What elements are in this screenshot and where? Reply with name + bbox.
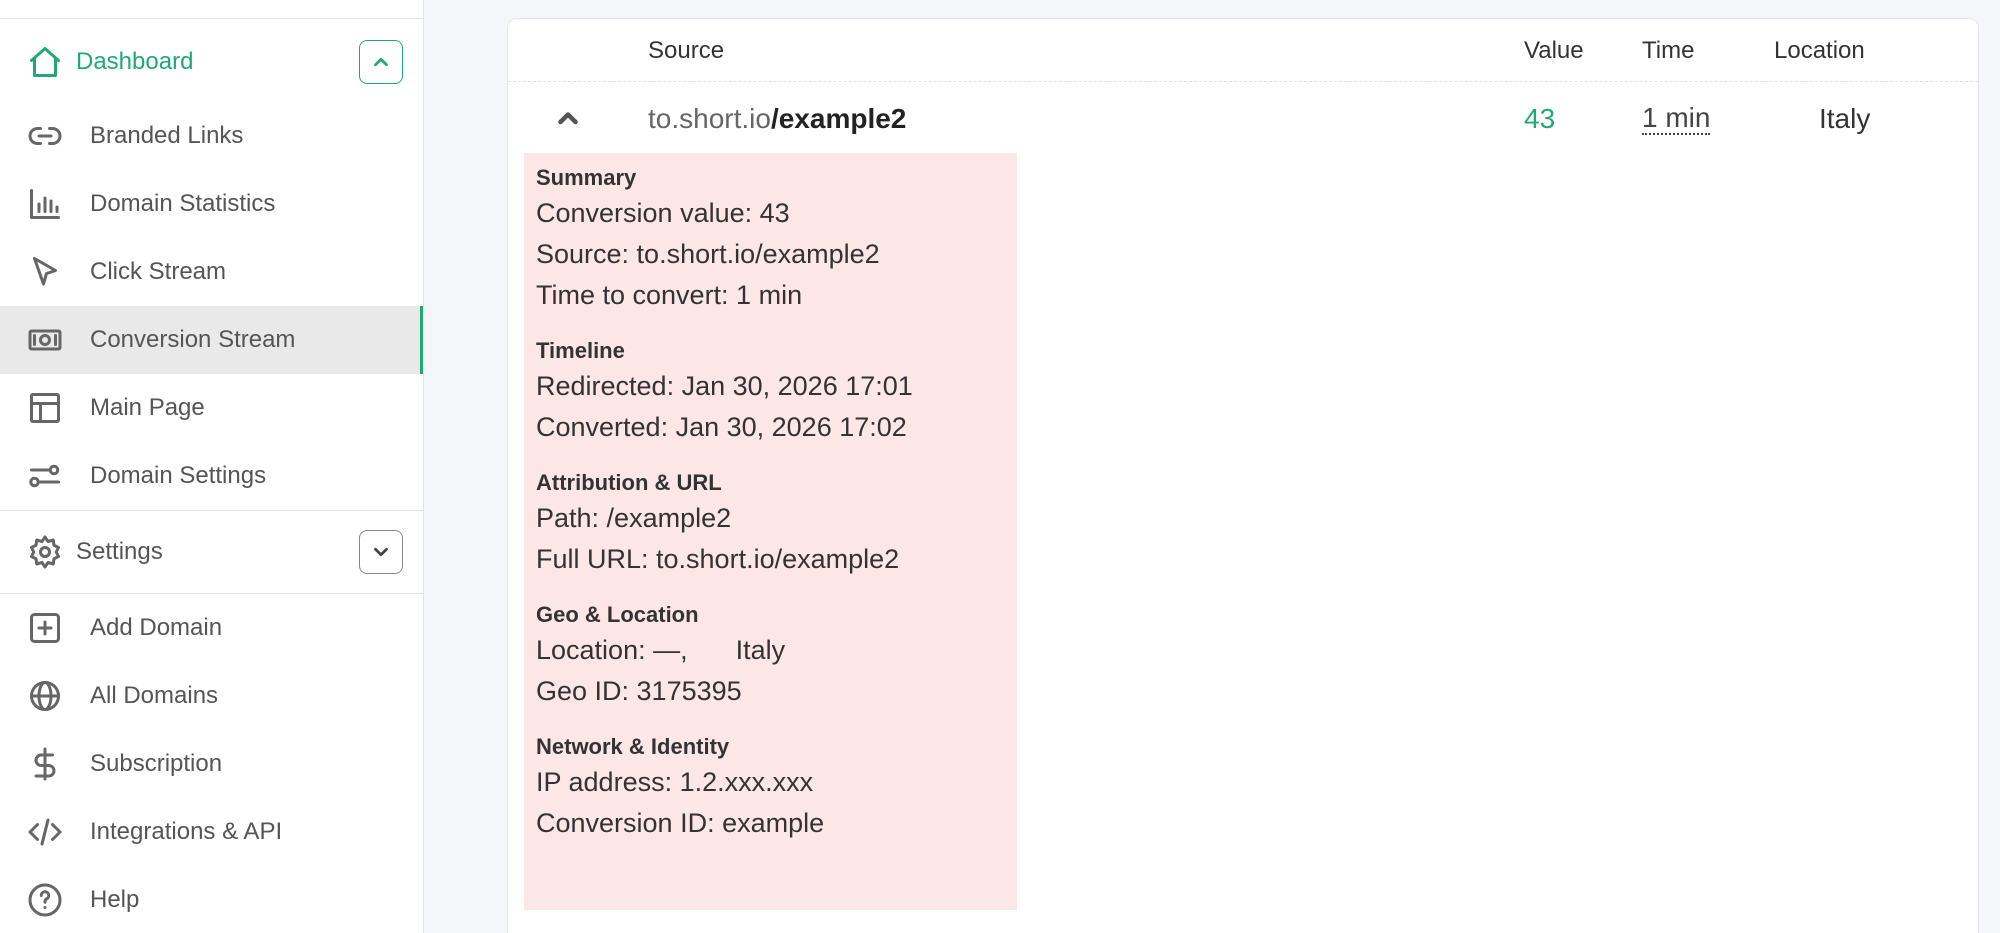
help-circle-icon <box>26 881 64 919</box>
location-prefix: Location: —, <box>536 635 688 665</box>
sidebar-item-domain-settings[interactable]: Domain Settings <box>0 442 423 510</box>
home-icon <box>26 43 64 81</box>
source-text: Source: to.short.io/example2 <box>536 239 880 269</box>
column-header-value[interactable]: Value <box>1524 37 1584 65</box>
sidebar-item-label: Add Domain <box>90 614 223 641</box>
sidebar-item-integrations-api[interactable]: Integrations & API <box>0 798 423 866</box>
sidebar-item-help[interactable]: Help <box>0 866 423 933</box>
row-source-link[interactable]: to.short.io/example2 <box>648 103 906 135</box>
conversion-table: Source Value Time Location to.short.io/e… <box>507 18 1979 933</box>
chevron-up-icon <box>558 112 578 125</box>
ip-address-text: IP address: 1.2.xxx.xxx <box>536 767 814 797</box>
settings-expand-button[interactable] <box>359 530 403 574</box>
sidebar-item-settings[interactable]: Settings <box>0 518 423 586</box>
sidebar-item-main-page[interactable]: Main Page <box>0 374 423 442</box>
plus-square-icon <box>26 609 64 647</box>
sidebar-item-label: Dashboard <box>76 48 194 75</box>
header-divider <box>508 81 1978 82</box>
sidebar-item-click-stream[interactable]: Click Stream <box>0 238 423 306</box>
sidebar-item-label: Domain Settings <box>90 462 267 489</box>
sidebar-item-label: All Domains <box>90 682 219 709</box>
sidebar-item-label: Domain Statistics <box>90 190 276 217</box>
dashboard-collapse-button[interactable] <box>359 40 403 84</box>
globe-icon <box>26 677 64 715</box>
cursor-icon <box>26 253 64 291</box>
redirected-text: Redirected: Jan 30, 2026 17:01 <box>536 371 913 401</box>
active-indicator <box>420 306 423 374</box>
section-title: Geo & Location <box>536 602 699 627</box>
conversion-details-panel: Summary Conversion value: 43 Source: to.… <box>524 153 1017 910</box>
converted-text: Converted: Jan 30, 2026 17:02 <box>536 412 907 442</box>
row-location: Italy <box>1819 103 1871 134</box>
sliders-icon <box>26 457 64 495</box>
chevron-down-icon <box>374 547 388 557</box>
dollar-icon <box>26 745 64 783</box>
gear-icon <box>26 533 64 571</box>
sidebar-item-conversion-stream[interactable]: Conversion Stream <box>0 306 423 374</box>
full-url-text: Full URL: to.short.io/example2 <box>536 544 900 574</box>
sidebar-item-domain-statistics[interactable]: Domain Statistics <box>0 170 423 238</box>
sidebar-item-label: Settings <box>76 538 163 565</box>
source-domain: to.short.io <box>648 103 771 134</box>
source-path: /example2 <box>770 103 907 134</box>
time-to-convert-text: Time to convert: 1 min <box>536 280 803 310</box>
section-title: Attribution & URL <box>536 470 722 495</box>
sidebar-item-label: Help <box>90 886 140 913</box>
geo-id-text: Geo ID: 3175395 <box>536 676 742 706</box>
details-timeline: Timeline Redirected: Jan 30, 2026 17:01 … <box>536 336 1005 448</box>
section-title: Network & Identity <box>536 734 730 759</box>
sidebar-item-label: Click Stream <box>90 258 227 285</box>
details-attribution: Attribution & URL Path: /example2 Full U… <box>536 468 1005 580</box>
bar-chart-icon <box>26 185 64 223</box>
sidebar-top-divider <box>0 18 423 19</box>
code-icon <box>26 813 64 851</box>
column-header-source[interactable]: Source <box>648 37 724 65</box>
sidebar-divider <box>0 510 423 511</box>
sidebar-item-all-domains[interactable]: All Domains <box>0 662 423 730</box>
details-network: Network & Identity IP address: 1.2.xxx.x… <box>536 732 1005 844</box>
sidebar-item-label: Subscription <box>90 750 223 777</box>
section-title: Summary <box>536 165 637 190</box>
column-header-location[interactable]: Location <box>1774 37 1865 65</box>
column-header-time[interactable]: Time <box>1642 37 1694 65</box>
path-text: Path: /example2 <box>536 503 732 533</box>
sidebar-item-add-domain[interactable]: Add Domain <box>0 594 423 662</box>
location-country: Italy <box>735 635 786 665</box>
link-icon <box>26 117 64 155</box>
layout-icon <box>26 389 64 427</box>
row-time: 1 min <box>1642 102 1711 135</box>
details-summary: Summary Conversion value: 43 Source: to.… <box>536 163 1005 316</box>
conversion-value-text: Conversion value: 43 <box>536 198 790 228</box>
section-title: Timeline <box>536 338 625 363</box>
sidebar-item-branded-links[interactable]: Branded Links <box>0 102 423 170</box>
location-text: Location: —, Italy <box>536 630 1005 671</box>
details-geo: Geo & Location Location: —, Italy Geo ID:… <box>536 600 1005 712</box>
sidebar-item-label: Main Page <box>90 394 205 421</box>
chevron-up-icon <box>374 57 388 67</box>
money-icon <box>26 321 64 359</box>
sidebar-item-label: Branded Links <box>90 122 244 149</box>
sidebar: Dashboard Branded Links Domain Statistic… <box>0 0 424 933</box>
sidebar-item-label: Integrations & API <box>90 818 283 845</box>
sidebar-item-dashboard[interactable]: Dashboard <box>0 28 423 96</box>
row-collapse-button[interactable] <box>550 101 586 137</box>
sidebar-item-subscription[interactable]: Subscription <box>0 730 423 798</box>
sidebar-item-label: Conversion Stream <box>90 326 296 353</box>
conversion-id-text: Conversion ID: example <box>536 808 825 838</box>
row-value: 43 <box>1524 103 1556 134</box>
